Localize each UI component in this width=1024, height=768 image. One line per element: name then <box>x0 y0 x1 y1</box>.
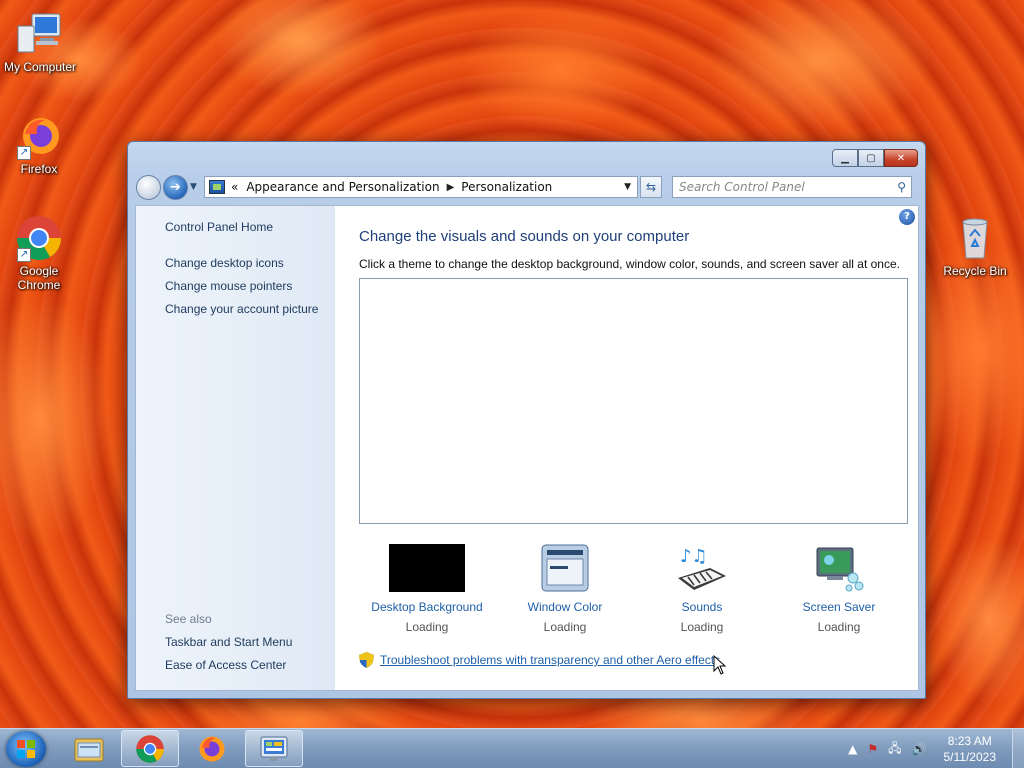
show-desktop-button[interactable] <box>1012 729 1024 768</box>
recent-pages-dropdown[interactable]: ▼ <box>190 182 200 192</box>
personalization-window: ▁ ▢ ✕ ➔ ▼ « Appearance and Personalizati… <box>127 141 926 699</box>
forward-arrow-icon: ➔ <box>170 179 181 195</box>
refresh-button[interactable]: ⇆ <box>640 176 662 198</box>
desktop-icon-firefox[interactable]: ↗ Firefox <box>0 112 79 176</box>
desktop-icon-label: Recycle Bin <box>943 264 1007 278</box>
clock[interactable]: 8:23 AM 5/11/2023 <box>944 733 997 765</box>
theme-list[interactable] <box>359 278 908 524</box>
minimize-icon: ▁ <box>841 152 849 164</box>
desktop-icon-recycle-bin[interactable]: Recycle Bin <box>935 214 1015 278</box>
desktop-icon-label: My Computer <box>3 60 77 74</box>
refresh-icon: ⇆ <box>645 180 657 194</box>
troubleshoot-aero-link[interactable]: Troubleshoot problems with transparency … <box>380 653 720 667</box>
desktop-icon-my-computer[interactable]: My Computer <box>0 10 80 74</box>
taskbar: ▲ ⚑ 🖧 🔊 8:23 AM 5/11/2023 <box>0 728 1024 768</box>
clock-date: 5/11/2023 <box>943 750 997 764</box>
sidebar-item-ease-of-access[interactable]: Ease of Access Center <box>165 658 286 672</box>
system-tray: ▲ ⚑ 🖧 🔊 8:23 AM 5/11/2023 <box>843 729 1024 768</box>
search-icon[interactable]: ⚲ <box>897 180 906 194</box>
network-icon[interactable]: 🖧 <box>888 739 901 760</box>
title-bar-buttons: ▁ ▢ ✕ <box>832 149 918 167</box>
navigation-bar: ➔ ▼ « Appearance and Personalization ▶ P… <box>136 174 917 200</box>
mouse-cursor-icon <box>713 654 727 678</box>
close-button[interactable]: ✕ <box>884 149 918 167</box>
chevron-down-icon: ▼ <box>190 182 197 192</box>
shortcut-arrow-icon: ↗ <box>17 248 31 262</box>
tile-status: Loading <box>680 620 724 634</box>
address-dropdown-icon[interactable]: ▼ <box>624 182 631 192</box>
main-panel: ? Change the visuals and sounds on your … <box>335 206 918 690</box>
taskbar-firefox[interactable] <box>183 730 241 767</box>
search-placeholder: Search Control Panel <box>679 180 805 194</box>
maximize-icon: ▢ <box>866 152 876 164</box>
tile-label[interactable]: Desktop Background <box>357 600 497 614</box>
windows-logo-icon <box>17 740 35 758</box>
maximize-button[interactable]: ▢ <box>858 149 884 167</box>
tile-desktop-background[interactable]: Desktop Background Loading <box>357 544 497 634</box>
taskbar-control-panel[interactable] <box>245 730 303 767</box>
taskbar-chrome[interactable] <box>121 730 179 767</box>
tile-status: Loading <box>817 620 861 634</box>
volume-icon[interactable]: 🔊 <box>912 742 927 756</box>
shield-icon <box>359 652 374 668</box>
breadcrumb-separator-icon[interactable]: ▶ <box>447 182 455 193</box>
page-title: Change the visuals and sounds on your co… <box>359 228 690 245</box>
desktop-icon-label: Firefox <box>20 162 58 176</box>
control-panel-icon <box>260 736 288 761</box>
sidebar-item-change-desktop-icons[interactable]: Change desktop icons <box>165 256 284 270</box>
tile-status: Loading <box>405 620 449 634</box>
forward-button[interactable]: ➔ <box>163 174 188 200</box>
breadcrumb-appearance[interactable]: Appearance and Personalization <box>246 180 439 194</box>
file-explorer-icon <box>74 738 104 761</box>
sidebar-item-change-mouse-pointers[interactable]: Change mouse pointers <box>165 279 292 293</box>
tile-window-color[interactable]: Window Color Loading <box>495 544 635 634</box>
sidebar-item-control-panel-home[interactable]: Control Panel Home <box>165 220 273 234</box>
chrome-icon <box>136 734 164 763</box>
computer-icon <box>16 10 64 58</box>
show-hidden-icons-icon[interactable]: ▲ <box>848 742 857 756</box>
page-description: Click a theme to change the desktop back… <box>359 257 900 271</box>
control-panel-icon <box>209 180 225 194</box>
tile-label[interactable]: Screen Saver <box>769 600 909 614</box>
recycle-bin-icon <box>951 214 999 262</box>
tile-sounds[interactable]: ♪♫ Sounds Loading <box>632 544 772 634</box>
taskbar-file-explorer[interactable] <box>60 730 118 767</box>
tile-label[interactable]: Window Color <box>495 600 635 614</box>
troubleshoot-link-row: Troubleshoot problems with transparency … <box>359 652 720 668</box>
sidebar-item-change-account-picture[interactable]: Change your account picture <box>165 302 318 316</box>
screen-saver-icon <box>813 544 865 594</box>
see-also-label: See also <box>165 612 212 626</box>
shortcut-arrow-icon: ↗ <box>17 146 31 160</box>
address-bar[interactable]: « Appearance and Personalization ▶ Perso… <box>204 176 638 198</box>
svg-text:♪♫: ♪♫ <box>680 546 708 567</box>
window-color-icon <box>540 544 590 594</box>
clock-time: 8:23 AM <box>947 734 992 748</box>
breadcrumb-prefix[interactable]: « <box>231 180 238 194</box>
sounds-icon: ♪♫ <box>676 544 728 594</box>
start-button[interactable] <box>6 731 46 767</box>
breadcrumb-personalization[interactable]: Personalization <box>461 180 552 194</box>
desktop-icon-google-chrome[interactable]: ↗ Google Chrome <box>0 214 79 292</box>
tile-screen-saver[interactable]: Screen Saver Loading <box>769 544 909 634</box>
desktop-background-icon <box>389 544 465 592</box>
tile-status: Loading <box>543 620 587 634</box>
desktop-icon-label: Google Chrome <box>17 264 61 292</box>
firefox-icon: ↗ <box>15 112 63 160</box>
close-icon: ✕ <box>896 152 906 164</box>
sidebar: Control Panel Home Change desktop icons … <box>136 206 335 690</box>
tile-label[interactable]: Sounds <box>632 600 772 614</box>
search-input[interactable]: Search Control Panel ⚲ <box>672 176 912 198</box>
help-icon[interactable]: ? <box>899 209 915 225</box>
action-center-flag-icon[interactable]: ⚑ <box>867 742 878 756</box>
back-button[interactable] <box>136 174 161 200</box>
chrome-icon: ↗ <box>15 214 63 262</box>
content-area: Control Panel Home Change desktop icons … <box>135 205 919 691</box>
firefox-icon <box>199 736 225 761</box>
sidebar-item-taskbar-start-menu[interactable]: Taskbar and Start Menu <box>165 635 292 649</box>
minimize-button[interactable]: ▁ <box>832 149 858 167</box>
